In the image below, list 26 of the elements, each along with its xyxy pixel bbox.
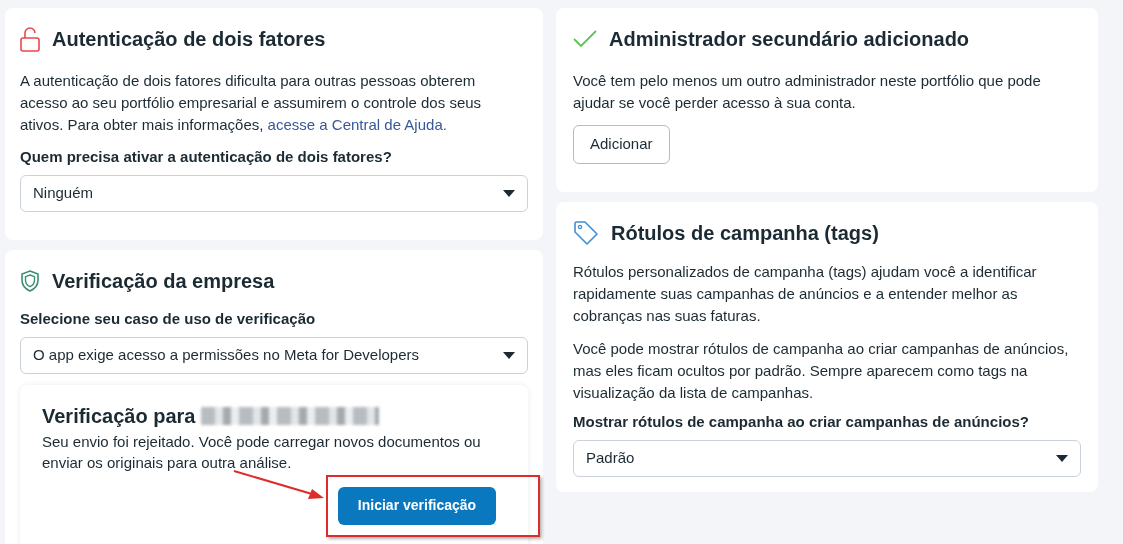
description-text: Rótulos personalizados de campanha (tags) ajudam você a identificar rapidamente suas campanhas de anúncios e a entender melhor as cobranças nas suas faturas.: [573, 262, 1038, 326]
description-text: Você pode mostrar rótulos de campanha ao criar campanhas de anúncios, mas eles ficam ocultos por padrão. Sempre aparecem como tags na visualização da lista de campanhas.: [573, 339, 1070, 403]
caret-icon: [503, 189, 515, 197]
field-label: Quem precisa ativar a autenticação de dois fatores?: [20, 147, 393, 167]
dropdown-field[interactable]: O app exige acesso a permissões no Meta for Developers: [20, 336, 528, 374]
shield-icon: [20, 270, 40, 292]
checkmark-icon: [573, 30, 597, 48]
card-title: Autenticação de dois fatores: [52, 27, 326, 52]
add-button[interactable]: Adicionar: [573, 125, 670, 164]
card-title: Rótulos de campanha (tags): [611, 221, 879, 246]
status-title: Verificação para: [42, 403, 196, 429]
description-text: A autenticação de dois fatores dificulta para outras pessoas obterem acesso ao seu portfólio empresarial e assumirem o controle dos seus ativos. Para obter mais informações, acesse a Central de Ajuda.: [20, 71, 483, 135]
card-title: Administrador secundário adicionado: [609, 27, 970, 52]
card-title: Verificação da empresa: [52, 269, 275, 294]
dropdown-field[interactable]: Ninguém: [20, 174, 528, 212]
caret-icon: [1056, 454, 1068, 462]
description-text: Você tem pelo menos um outro administrador neste portfólio que pode ajudar se você perder acesso à sua conta.: [573, 71, 1042, 113]
padlock-icon: [20, 26, 40, 52]
help-center-link[interactable]: acesse a Central de Ajuda.: [267, 116, 447, 133]
dropdown-field[interactable]: Padrão: [573, 439, 1081, 477]
field-label: Mostrar rótulos de campanha ao criar campanhas de anúncios?: [573, 412, 1030, 432]
status-message: Seu envio foi rejeitado. Você pode carregar novos documentos ou enviar os originais para outra análise.: [42, 431, 482, 473]
tag-icon: [573, 220, 599, 246]
caret-icon: [503, 351, 515, 359]
field-label: Selecione seu caso de uso de verificação: [20, 309, 317, 329]
start-verification-button[interactable]: Iniciar verificação: [338, 486, 496, 525]
